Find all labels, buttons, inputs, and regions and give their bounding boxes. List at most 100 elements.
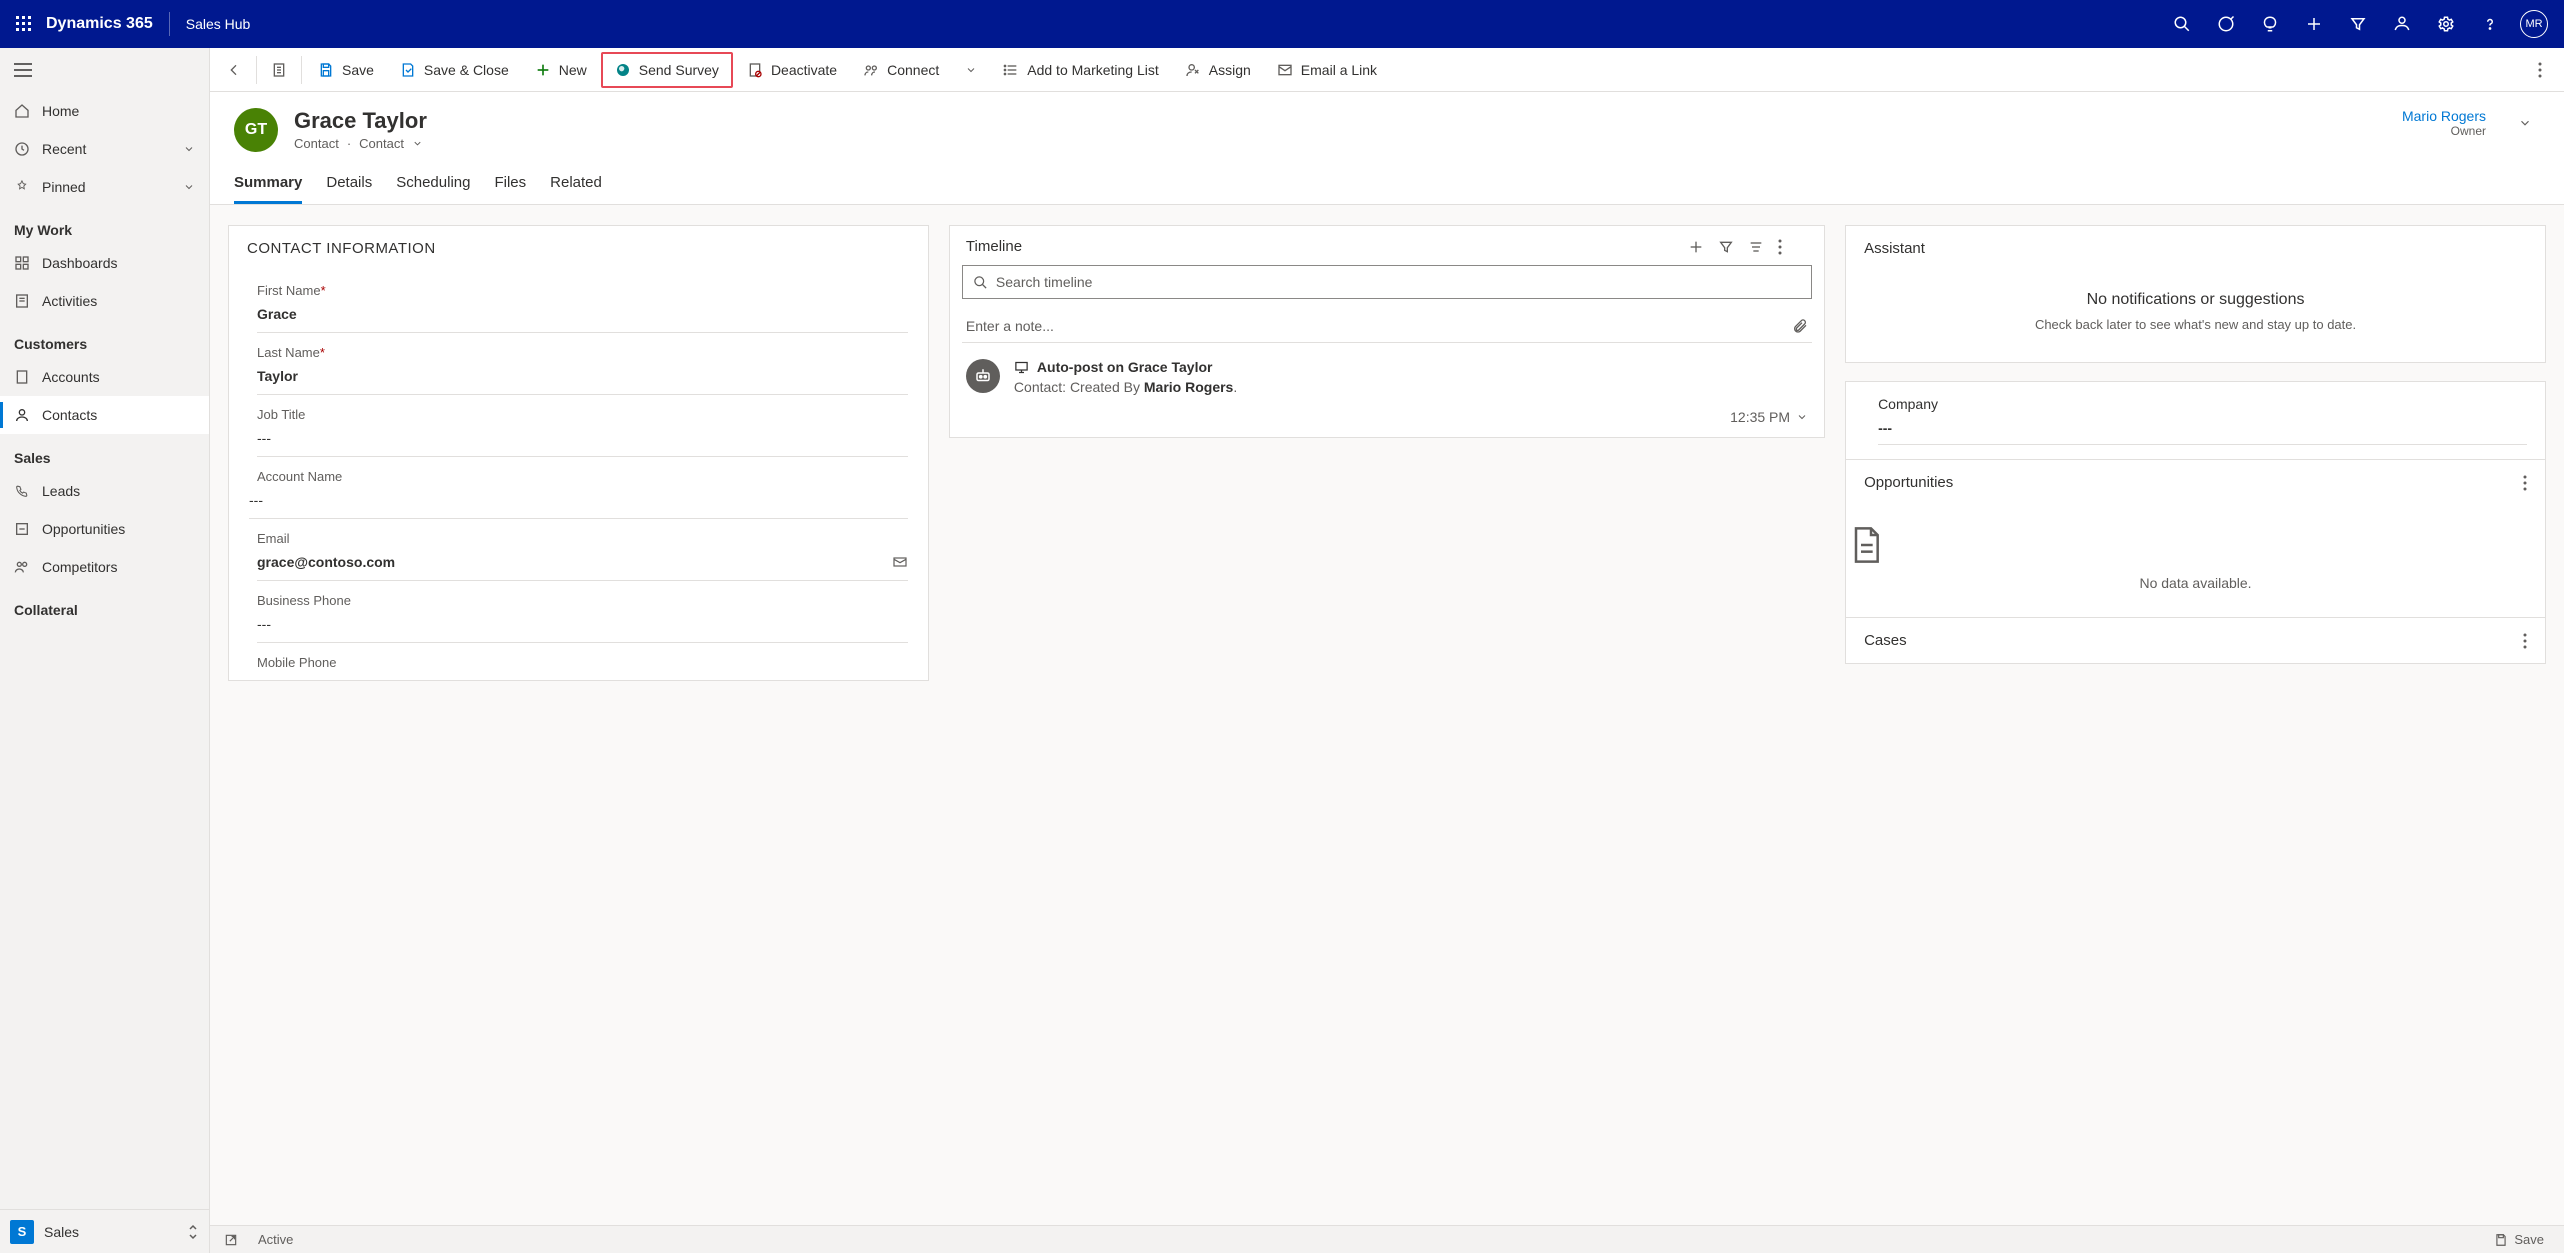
- connect-button[interactable]: Connect: [851, 52, 951, 88]
- search-icon: [973, 275, 988, 290]
- more-button[interactable]: [2523, 633, 2527, 649]
- more-button[interactable]: [2523, 475, 2527, 491]
- section-title: CONTACT INFORMATION: [229, 226, 928, 271]
- nav-pinned[interactable]: Pinned: [0, 168, 209, 206]
- tab-summary[interactable]: Summary: [234, 168, 302, 204]
- assistant-empty-subtitle: Check back later to see what's new and s…: [1866, 317, 2525, 332]
- form-body: CONTACT INFORMATION First Name* Grace La…: [210, 205, 2564, 1225]
- area-label: Sales: [44, 1224, 79, 1240]
- related-panel: Company --- Opportunities No data availa…: [1845, 381, 2546, 664]
- nav-accounts[interactable]: Accounts: [0, 358, 209, 396]
- timeline-more-button[interactable]: [1778, 239, 1808, 255]
- divider: [169, 12, 170, 36]
- entity-name: Contact: [294, 136, 339, 151]
- account-name-value: ---: [249, 488, 908, 518]
- job-title-field[interactable]: Job Title ---: [229, 395, 928, 457]
- help-icon[interactable]: [2468, 0, 2512, 48]
- activities-icon: [14, 293, 30, 309]
- nav-home[interactable]: Home: [0, 92, 209, 130]
- nav-label: Leads: [42, 483, 80, 499]
- chevron-down-icon[interactable]: [1796, 411, 1808, 423]
- user-avatar[interactable]: MR: [2520, 10, 2548, 38]
- tab-details[interactable]: Details: [326, 168, 372, 204]
- first-name-field[interactable]: First Name* Grace: [229, 271, 928, 333]
- note-placeholder: Enter a note...: [966, 318, 1054, 334]
- home-icon: [14, 103, 30, 119]
- connect-split-button[interactable]: [953, 52, 989, 88]
- business-phone-field[interactable]: Business Phone ---: [229, 581, 928, 643]
- email-field[interactable]: Email grace@contoso.com: [229, 519, 928, 581]
- owner-field[interactable]: Mario Rogers Owner: [2402, 108, 2494, 138]
- cases-section-header: Cases: [1846, 617, 2545, 663]
- assign-button[interactable]: Assign: [1173, 52, 1263, 88]
- brand-name[interactable]: Dynamics 365: [40, 15, 169, 33]
- company-field[interactable]: Company ---: [1846, 382, 2545, 459]
- plus-icon: [535, 62, 551, 78]
- chevron-down-icon[interactable]: [412, 138, 423, 149]
- timeline-filter-button[interactable]: [1718, 239, 1748, 255]
- nav-section-my-work: My Work: [0, 206, 209, 244]
- form-selector[interactable]: Contact: [359, 136, 404, 151]
- nav-collapse-button[interactable]: [0, 48, 209, 92]
- deactivate-icon: [747, 62, 763, 78]
- tab-related[interactable]: Related: [550, 168, 602, 204]
- nav-activities[interactable]: Activities: [0, 282, 209, 320]
- opportunities-empty: No data available.: [1846, 505, 2545, 617]
- timeline-section: Timeline Search timeline Enter a note...: [949, 225, 1825, 438]
- last-name-field[interactable]: Last Name* Taylor: [229, 333, 928, 395]
- search-icon[interactable]: [2160, 0, 2204, 48]
- area-switcher[interactable]: S Sales: [0, 1209, 209, 1253]
- timeline-sort-button[interactable]: [1748, 239, 1778, 255]
- opportunities-label: Opportunities: [1864, 474, 1953, 491]
- back-button[interactable]: [216, 52, 252, 88]
- nav-dashboards[interactable]: Dashboards: [0, 244, 209, 282]
- filter-icon[interactable]: [2336, 0, 2380, 48]
- cmd-label: Connect: [887, 62, 939, 78]
- relationship-assistant-icon[interactable]: [2380, 0, 2424, 48]
- open-record-set-button[interactable]: [261, 52, 297, 88]
- deactivate-button[interactable]: Deactivate: [735, 52, 849, 88]
- nav-contacts[interactable]: Contacts: [0, 396, 209, 434]
- business-phone-value: ---: [257, 612, 908, 643]
- header-expand-button[interactable]: [2510, 108, 2540, 138]
- assistant-bulb-icon[interactable]: [2248, 0, 2292, 48]
- assign-icon: [1185, 62, 1201, 78]
- add-to-marketing-list-button[interactable]: Add to Marketing List: [991, 52, 1171, 88]
- hub-name[interactable]: Sales Hub: [178, 16, 251, 32]
- add-icon[interactable]: [2292, 0, 2336, 48]
- send-survey-button[interactable]: Send Survey: [601, 52, 733, 88]
- owner-label: Owner: [2402, 124, 2486, 138]
- overflow-button[interactable]: [2522, 52, 2558, 88]
- timeline-item[interactable]: Auto-post on Grace Taylor Contact: Creat…: [950, 353, 1824, 409]
- new-button[interactable]: New: [523, 52, 599, 88]
- app-launcher-icon[interactable]: [8, 8, 40, 40]
- save-close-button[interactable]: Save & Close: [388, 52, 521, 88]
- save-close-icon: [400, 62, 416, 78]
- settings-gear-icon[interactable]: [2424, 0, 2468, 48]
- record-avatar: GT: [234, 108, 278, 152]
- save-button[interactable]: Save: [306, 52, 386, 88]
- popout-icon[interactable]: [224, 1233, 258, 1247]
- task-flow-icon[interactable]: [2204, 0, 2248, 48]
- tab-scheduling[interactable]: Scheduling: [396, 168, 470, 204]
- tab-files[interactable]: Files: [494, 168, 526, 204]
- email-link-button[interactable]: Email a Link: [1265, 52, 1389, 88]
- nav-competitors[interactable]: Competitors: [0, 548, 209, 586]
- timeline-search-input[interactable]: Search timeline: [962, 265, 1812, 299]
- document-icon: [1846, 525, 2545, 575]
- timeline-add-button[interactable]: [1688, 239, 1718, 255]
- area-badge: S: [10, 1220, 34, 1244]
- attachment-icon[interactable]: [1792, 318, 1808, 334]
- account-name-field[interactable]: Account Name ---: [229, 457, 928, 518]
- main-region: Save Save & Close New Send Survey Deacti…: [210, 48, 2564, 1253]
- mobile-phone-field[interactable]: Mobile Phone: [229, 643, 928, 680]
- nav-opportunities[interactable]: Opportunities: [0, 510, 209, 548]
- nav-leads[interactable]: Leads: [0, 472, 209, 510]
- footer-save-button[interactable]: Save: [2488, 1232, 2550, 1247]
- nav-recent[interactable]: Recent: [0, 130, 209, 168]
- mail-icon[interactable]: [892, 554, 908, 570]
- form-status-bar: Active Save: [210, 1225, 2564, 1253]
- timeline-note-input[interactable]: Enter a note...: [962, 309, 1812, 343]
- nav-section-sales: Sales: [0, 434, 209, 472]
- cmd-label: Assign: [1209, 62, 1251, 78]
